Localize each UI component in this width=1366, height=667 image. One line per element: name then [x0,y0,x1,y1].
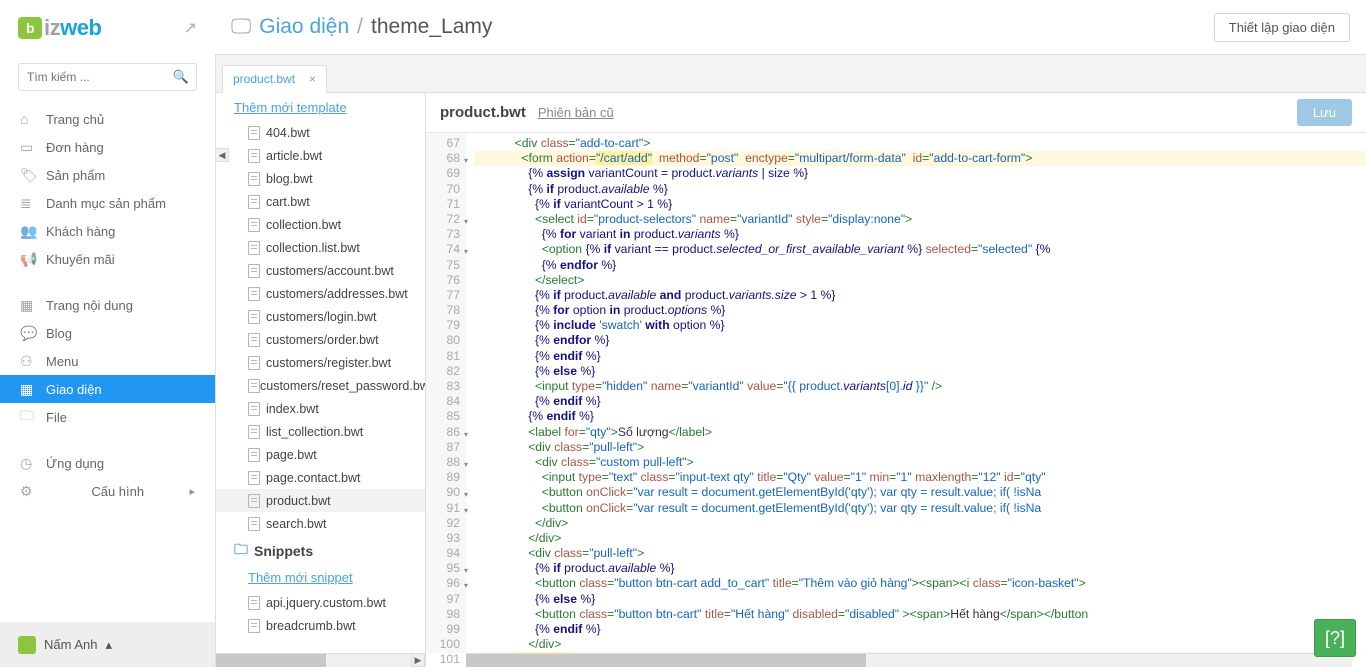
file-icon [248,356,266,370]
file-icon [248,195,266,209]
nav-icon: ⌂ [20,111,46,127]
file-blog-bwt[interactable]: blog.bwt [216,167,425,190]
file-product-bwt[interactable]: product.bwt [216,489,425,512]
file-api-jquery-custom-bwt[interactable]: api.jquery.custom.bwt [216,591,425,614]
nav-item-trang-chủ[interactable]: ⌂Trang chủ [0,105,215,133]
file-icon [248,149,266,163]
external-link-icon[interactable]: ↗ [184,18,197,38]
file-icon [248,517,266,531]
add-template-link[interactable]: Thêm mới template [216,97,425,121]
file-list_collection-bwt[interactable]: list_collection.bwt [216,420,425,443]
nav-item-trang-nội-dung[interactable]: ▦Trang nội dung [0,291,215,319]
file-icon [248,126,266,140]
nav-icon: 🏷 [20,167,46,184]
tab-product-bwt[interactable]: product.bwt × [222,65,327,93]
nav-icon: 💬 [20,325,46,342]
scroll-right-icon[interactable]: ▶ [411,653,425,667]
save-button[interactable]: Lưu [1297,99,1352,126]
nav-item-khách-hàng[interactable]: 👥Khách hàng [0,217,215,245]
nav-item-ứng-dụng[interactable]: ◷Ứng dụng [0,449,215,477]
file-customers-reset_password-bwt[interactable]: customers/reset_password.bwt [216,374,425,397]
nav-icon: ⚙ [20,483,46,500]
setup-theme-button[interactable]: Thiết lập giao diện [1214,13,1350,42]
breadcrumb-current: theme_Lamy [371,15,492,39]
file-customers-login-bwt[interactable]: customers/login.bwt [216,305,425,328]
file-icon [248,287,266,301]
nav-icon: 🗀 [20,405,46,429]
file-customers-account-bwt[interactable]: customers/account.bwt [216,259,425,282]
nav-item-menu[interactable]: ⚇Menu [0,347,215,375]
file-icon [248,172,266,186]
file-icon [248,471,266,485]
file-breadcrumb-bwt[interactable]: breadcrumb.bwt [216,614,425,637]
breadcrumb: 🖵 Giao diện / theme_Lamy [231,15,492,39]
file-customers-order-bwt[interactable]: customers/order.bwt [216,328,425,351]
nav-item-danh-mục-sản-phẩm[interactable]: ≣Danh mục sản phẩm [0,189,215,217]
search-input[interactable] [18,63,197,91]
monitor-icon: 🖵 [231,15,251,39]
file-icon [248,425,266,439]
file-icon [248,596,266,610]
nav-icon: 👥 [20,223,46,240]
file-icon [248,218,266,232]
chevron-right-icon: ▸ [189,485,195,498]
editor-title: product.bwt [440,104,526,121]
nav-item-khuyến-mãi[interactable]: 📢Khuyến mãi [0,245,215,273]
search-icon[interactable]: 🔍 [173,69,189,85]
file-icon [248,448,266,462]
nav-item-giao-diện[interactable]: ▦Giao diện [0,375,215,403]
nav-icon: ≣ [20,195,46,212]
file-icon [248,310,266,324]
file-icon [248,494,266,508]
scroll-left-icon[interactable]: ◀ [216,148,229,162]
nav-icon: ▦ [20,381,46,398]
nav-icon: 📢 [20,251,46,268]
old-version-link[interactable]: Phiên bản cũ [538,105,614,120]
file-article-bwt[interactable]: article.bwt [216,144,425,167]
breadcrumb-link[interactable]: Giao diện [259,15,349,39]
logo[interactable]: bizweb [18,15,101,41]
nav-item-blog[interactable]: 💬Blog [0,319,215,347]
help-button[interactable]: [?] [1314,619,1356,657]
file-collection-list-bwt[interactable]: collection.list.bwt [216,236,425,259]
file-customers-addresses-bwt[interactable]: customers/addresses.bwt [216,282,425,305]
folder-icon: 🗀 [234,539,248,563]
file-customers-register-bwt[interactable]: customers/register.bwt [216,351,425,374]
file-icon [248,264,266,278]
file-tree-hscroll[interactable] [216,653,411,667]
nav-item-file[interactable]: 🗀File [0,403,215,431]
nav-icon: ◷ [20,455,46,472]
file-cart-bwt[interactable]: cart.bwt [216,190,425,213]
file-page-bwt[interactable]: page.bwt [216,443,425,466]
file-index-bwt[interactable]: index.bwt [216,397,425,420]
file-page-contact-bwt[interactable]: page.contact.bwt [216,466,425,489]
file-icon [248,333,266,347]
file-icon [248,379,260,393]
file-search-bwt[interactable]: search.bwt [216,512,425,535]
file-icon [248,619,266,633]
file-collection-bwt[interactable]: collection.bwt [216,213,425,236]
file-icon [248,402,266,416]
nav-icon: ▭ [20,139,46,156]
file-icon [248,241,266,255]
nav-item-đơn-hàng[interactable]: ▭Đơn hàng [0,133,215,161]
nav-item-sản-phẩm[interactable]: 🏷Sản phẩm [0,161,215,189]
nav-icon: ⚇ [20,353,46,370]
avatar [18,636,36,654]
nav-icon: ▦ [20,297,46,314]
nav-item-cấu-hình[interactable]: ⚙Cấu hình▸ [0,477,215,505]
editor-hscroll[interactable] [466,653,1352,667]
close-icon[interactable]: × [309,72,316,86]
code-editor[interactable]: <div class="add-to-cart"> <form action="… [466,133,1366,653]
user-menu[interactable]: Nấm Anh ▴ [0,622,215,667]
file-404-bwt[interactable]: 404.bwt [216,121,425,144]
snippets-section[interactable]: 🗀 Snippets [216,535,425,567]
add-snippet-link[interactable]: Thêm mới snippet [216,567,425,591]
